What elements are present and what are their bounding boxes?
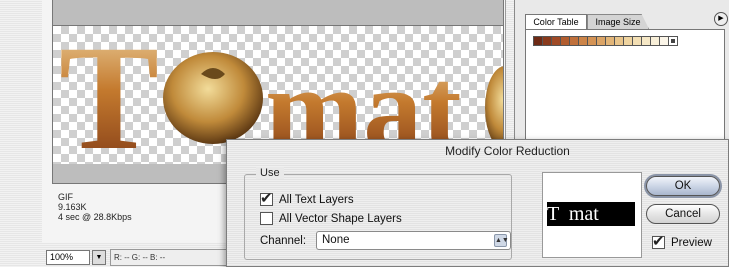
zoom-field[interactable]: 100%: [46, 250, 90, 265]
artwork-letter-o-partial: [485, 66, 503, 150]
dialog-title: Modify Color Reduction: [445, 144, 570, 158]
tab-color-table[interactable]: Color Table: [525, 14, 587, 29]
color-readout: R: -- G: -- B: --: [110, 249, 230, 266]
all-vector-shape-layers-label: All Vector Shape Layers: [279, 212, 402, 225]
channel-select-value: None: [322, 234, 350, 246]
all-text-layers-checkbox[interactable]: [260, 189, 273, 207]
all-vector-shape-layers-option[interactable]: All Vector Shape Layers: [260, 212, 402, 225]
preview-label: Preview: [671, 236, 712, 249]
status-bar: 100% ▼ R: -- G: -- B: --: [42, 246, 232, 267]
ok-button[interactable]: OK: [646, 176, 720, 196]
select-arrows-icon: ▲▼: [494, 234, 509, 247]
tab-image-size[interactable]: Image Size: [587, 14, 649, 29]
color-table-palette: Color Table Image Size ▶: [514, 0, 729, 152]
preview-checkbox[interactable]: [652, 232, 665, 250]
channel-select[interactable]: None ▲▼: [316, 231, 511, 250]
use-group-label: Use: [256, 167, 284, 179]
transparent-swatch[interactable]: [668, 36, 678, 46]
zoom-dropdown-icon[interactable]: ▼: [92, 250, 106, 265]
download-time: 4 sec @ 28.8Kbps: [58, 212, 132, 222]
cancel-button[interactable]: Cancel: [646, 204, 720, 224]
palette-menu-icon[interactable]: ▶: [714, 12, 728, 26]
artwork-letter-t: T: [59, 26, 159, 164]
color-table-body: [525, 29, 725, 152]
preview-thumbnail: T mat: [542, 172, 642, 258]
channel-label: Channel:: [260, 235, 307, 247]
optimize-info: GIF 9.163K 4 sec @ 28.8Kbps: [58, 192, 132, 222]
all-text-layers-label: All Text Layers: [279, 193, 354, 206]
preview-option[interactable]: Preview: [652, 232, 712, 250]
document-title-bar[interactable]: [52, 0, 504, 26]
file-format: GIF: [58, 192, 73, 202]
file-size: 9.163K: [58, 202, 87, 212]
tomato-fruit: [163, 52, 263, 144]
all-vector-shape-layers-checkbox[interactable]: [260, 212, 273, 225]
modify-color-reduction-dialog: Modify Color Reduction Use All Text Laye…: [226, 139, 729, 267]
swatch-row: [533, 36, 678, 46]
all-text-layers-option[interactable]: All Text Layers: [260, 189, 354, 207]
preview-thumbnail-text: T mat: [547, 202, 635, 226]
